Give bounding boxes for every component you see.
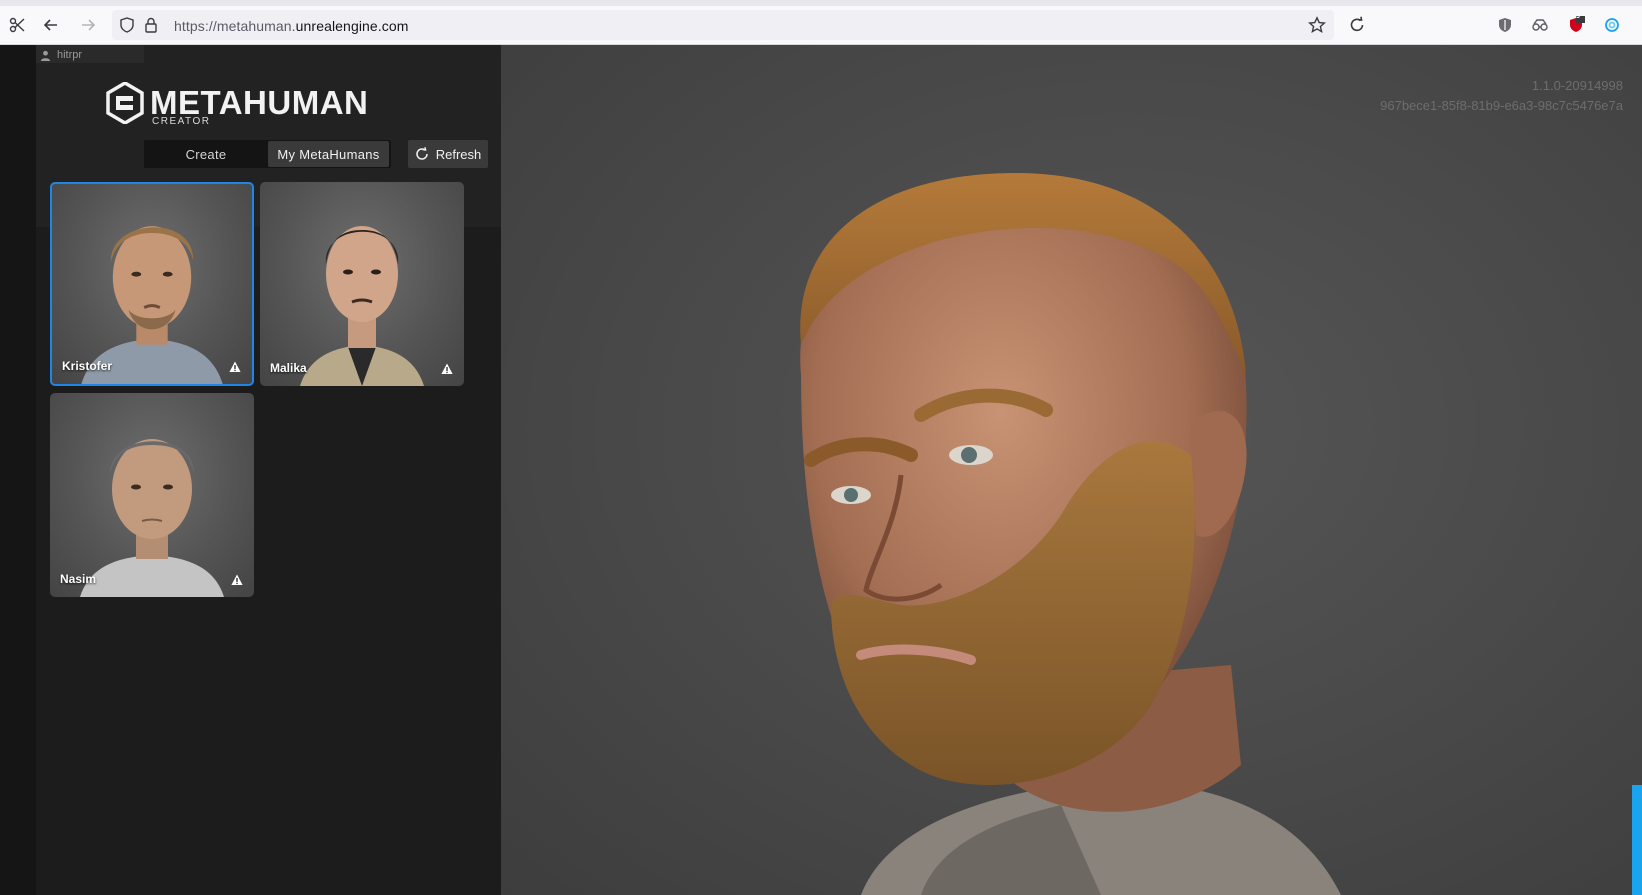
left-edge-strip: [0, 45, 36, 895]
warning-icon: [231, 574, 243, 585]
metahuman-name: Nasim: [60, 572, 97, 586]
version-label: 1.1.0-20914998: [1531, 78, 1623, 93]
browser-toolbar: https://metahuman.unrealengine.com 3: [0, 0, 1642, 45]
character-render: [800, 173, 1341, 895]
lock-icon[interactable]: [140, 14, 162, 36]
character-viewport[interactable]: 1.1.0-20914998 967bece1-85f8-81b9-e6a3-9…: [501, 45, 1642, 895]
logo-wordmark: METAHUMAN: [150, 84, 369, 121]
refresh-icon: [416, 147, 428, 160]
tab-create[interactable]: Create: [144, 140, 268, 168]
view-tabs: Create My MetaHumans: [144, 140, 391, 168]
refresh-button[interactable]: Refresh: [408, 140, 488, 168]
metahuman-name: Malika: [270, 361, 307, 375]
reload-icon[interactable]: [1346, 14, 1368, 36]
ublock-extension-icon[interactable]: 3: [1565, 13, 1587, 36]
warning-icon: [441, 363, 453, 374]
url-text: https://metahuman.unrealengine.com: [174, 18, 409, 34]
user-name: hitrpr: [57, 49, 83, 61]
sync-extension-icon[interactable]: [1601, 14, 1623, 36]
screenshot-tool-icon[interactable]: [6, 14, 28, 36]
address-bar[interactable]: https://metahuman.unrealengine.com: [112, 10, 1334, 40]
metahuman-logo-icon: [106, 82, 144, 124]
metahuman-name: Kristofer: [62, 359, 113, 373]
metahuman-logo: METAHUMAN CREATOR: [106, 80, 369, 127]
back-arrow-icon[interactable]: [40, 14, 62, 36]
metahuman-card-nasim[interactable]: Nasim: [50, 393, 254, 597]
tab-my-metahumans[interactable]: My MetaHumans: [268, 141, 389, 167]
logo-subtitle: CREATOR: [152, 116, 211, 127]
scrollbar-thumb[interactable]: [1632, 785, 1642, 895]
user-icon: [40, 50, 51, 61]
metahuman-card-kristofer[interactable]: Kristofer: [50, 182, 254, 386]
extension-badge: 3: [1576, 13, 1580, 20]
shield-icon[interactable]: [116, 14, 138, 36]
build-info: 1.1.0-20914998 967bece1-85f8-81b9-e6a3-9…: [1380, 76, 1623, 116]
warning-icon: [229, 361, 241, 372]
forward-arrow-icon[interactable]: [77, 14, 99, 36]
session-id-label: 967bece1-85f8-81b9-e6a3-98c7c5476e7a: [1380, 98, 1623, 113]
bookmark-star-icon[interactable]: [1306, 14, 1328, 36]
metahuman-sidebar: hitrpr METAHUMAN CREATOR Create My MetaH…: [36, 45, 501, 895]
user-info[interactable]: hitrpr: [40, 47, 82, 63]
nasim-portrait: [80, 439, 224, 597]
privacy-badge-icon[interactable]: [1494, 14, 1516, 36]
malika-portrait: [300, 226, 424, 386]
kristofer-portrait: [81, 226, 223, 384]
metahuman-card-malika[interactable]: Malika: [260, 182, 464, 386]
glasses-extension-icon[interactable]: [1529, 14, 1551, 36]
refresh-label: Refresh: [435, 146, 482, 162]
